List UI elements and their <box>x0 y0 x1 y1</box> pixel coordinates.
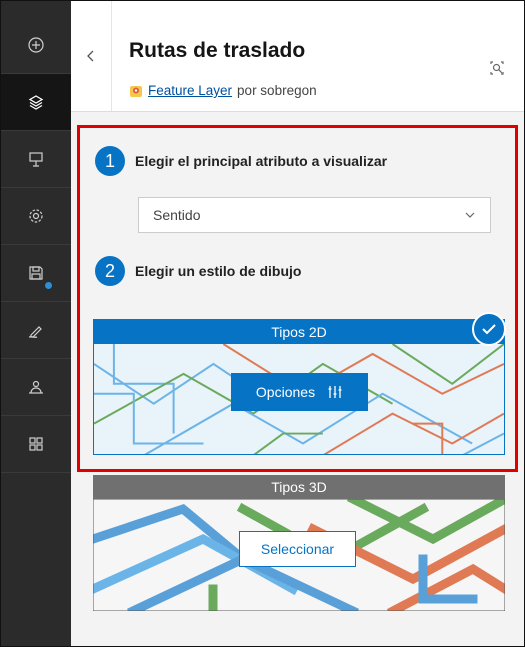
layers-icon <box>28 95 44 110</box>
style-card-3d-title: Tipos 3D <box>93 475 505 499</box>
collapse-button[interactable] <box>71 1 112 111</box>
sketch-icon <box>28 326 42 338</box>
page-title: Rutas de traslado <box>129 39 306 62</box>
options-button[interactable]: Opciones <box>231 373 368 411</box>
add-icon <box>28 37 44 53</box>
action-rail <box>1 1 71 646</box>
app-frame: Rutas de traslado Feature Layer por sobr… <box>0 0 525 647</box>
layer-type-link[interactable]: Feature Layer <box>148 83 232 98</box>
rail-presentation[interactable] <box>1 131 71 188</box>
owner-text: por sobregon <box>237 83 317 98</box>
step-2-number: 2 <box>95 256 125 286</box>
step-2: 2 Elegir un estilo de dibujo <box>95 256 301 286</box>
feature-layer-icon <box>130 85 142 97</box>
sliders-icon <box>328 386 342 398</box>
checkmark-icon <box>482 324 496 335</box>
apps-icon <box>29 437 43 451</box>
layer-info: Feature Layer por sobregon <box>129 83 317 98</box>
panel-header: Rutas de traslado Feature Layer por sobr… <box>71 1 524 112</box>
rail-layers[interactable] <box>1 74 71 131</box>
share-icon <box>29 380 43 394</box>
style-panel: Rutas de traslado Feature Layer por sobr… <box>71 1 524 646</box>
search-map-icon[interactable] <box>488 59 506 77</box>
rail-settings[interactable] <box>1 188 71 245</box>
step-1: 1 Elegir el principal atributo a visuali… <box>95 146 387 176</box>
rail-share[interactable] <box>1 359 71 416</box>
rail-apps[interactable] <box>1 416 71 473</box>
rail-add[interactable] <box>1 17 71 74</box>
step-1-label: Elegir el principal atributo a visualiza… <box>135 153 388 169</box>
chevron-down-icon <box>465 212 475 218</box>
style-card-2d-title: Tipos 2D <box>94 320 504 344</box>
settings-icon <box>29 209 43 223</box>
options-button-label: Opciones <box>255 384 316 400</box>
unsaved-indicator <box>45 282 52 289</box>
chevron-left-icon <box>87 50 94 62</box>
selected-check-badge <box>472 312 506 346</box>
step-1-number: 1 <box>95 146 125 176</box>
save-icon <box>29 266 43 280</box>
attribute-select[interactable]: Sentido <box>138 197 491 233</box>
rail-save[interactable] <box>1 245 71 302</box>
attribute-select-value: Sentido <box>153 207 201 223</box>
select-button[interactable]: Seleccionar <box>239 531 356 567</box>
rail-sketch[interactable] <box>1 302 71 359</box>
presentation-icon <box>29 152 43 167</box>
step-2-label: Elegir un estilo de dibujo <box>135 263 302 279</box>
